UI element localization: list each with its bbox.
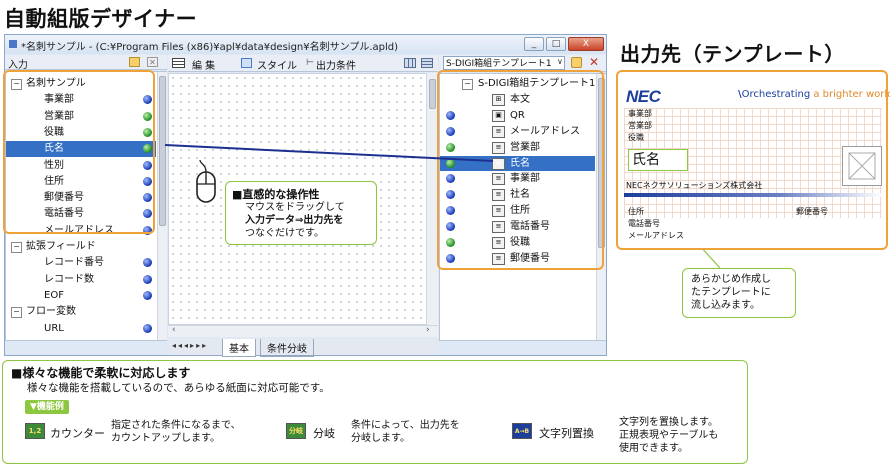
mapping-connector-line[interactable]	[164, 144, 494, 162]
mouse-callout-title: ■直感的な操作性	[232, 188, 320, 201]
replace-desc-3: 使用できます。	[619, 443, 688, 454]
card-company: NECネクサソリューションズ株式会社	[626, 181, 763, 190]
counter-icon: 1,2	[25, 423, 45, 439]
card-field-denwa: 電話番号	[628, 219, 660, 228]
features-subtitle: 様々な機能を搭載しているので、あらゆる紙面に対応可能です。	[27, 382, 330, 394]
card-field-yubin: 郵便番号	[796, 207, 828, 216]
template-callout-line3: 流し込みます。	[691, 300, 760, 311]
counter-name: カウンター	[50, 427, 105, 440]
card-field-jusho: 住所	[628, 207, 644, 216]
template-card-frame: NEC \Orchestrating a brighter world 事業部 …	[616, 70, 890, 250]
replace-icon: A→B	[512, 423, 532, 439]
card-tagline: \Orchestrating a brighter world	[738, 89, 890, 100]
features-box: ■様々な機能で柔軟に対応します 様々な機能を搭載しているので、あらゆる紙面に対応…	[2, 360, 748, 464]
mouse-callout: ■直感的な操作性 マウスをドラッグして 入力データ⇒出力先を つなぐだけです。	[225, 181, 377, 245]
card-field-shimei: 氏名	[628, 149, 688, 171]
card-field-eigyobu: 営業部	[628, 121, 652, 130]
tagline-main: Orchestrating	[741, 89, 811, 100]
mouse-callout-line1: マウスをドラッグして	[245, 202, 345, 213]
template-callout-line1: あらかじめ作成し	[691, 274, 771, 285]
mouse-callout-line2: 入力データ⇒出力先を	[245, 215, 344, 226]
nec-logo: NEC	[626, 87, 661, 106]
mouse-icon	[196, 160, 216, 203]
branch-icon: 分岐	[286, 423, 306, 439]
counter-desc-1: 指定された条件になるまで、	[111, 420, 241, 431]
branch-desc-1: 条件によって、出力先を	[351, 420, 460, 431]
template-callout-line2: たテンプレートに	[691, 287, 771, 298]
counter-desc-2: カウントアップします。	[111, 433, 220, 444]
branch-desc-2: 分岐します。	[351, 433, 410, 444]
card-field-jigyobu: 事業部	[628, 109, 652, 118]
replace-desc-2: 正規表現やテーブルも	[619, 430, 719, 441]
replace-name: 文字列置換	[539, 427, 594, 440]
card-field-yakushoku: 役職	[628, 133, 644, 142]
card-divider	[624, 193, 882, 197]
features-tag: ▼機能例	[25, 400, 69, 414]
template-callout: あらかじめ作成し たテンプレートに 流し込みます。	[682, 268, 796, 318]
mouse-callout-line3: つなぐだけです。	[245, 228, 324, 239]
qr-placeholder	[842, 146, 882, 186]
replace-desc-1: 文字列を置換します。	[619, 417, 718, 428]
tagline-accent: a brighter world	[813, 89, 890, 100]
qr-placeholder-icon	[848, 152, 876, 180]
card-field-mail: メールアドレス	[628, 231, 684, 240]
branch-name: 分岐	[313, 427, 335, 440]
features-title: ■様々な機能で柔軟に対応します	[11, 366, 191, 380]
